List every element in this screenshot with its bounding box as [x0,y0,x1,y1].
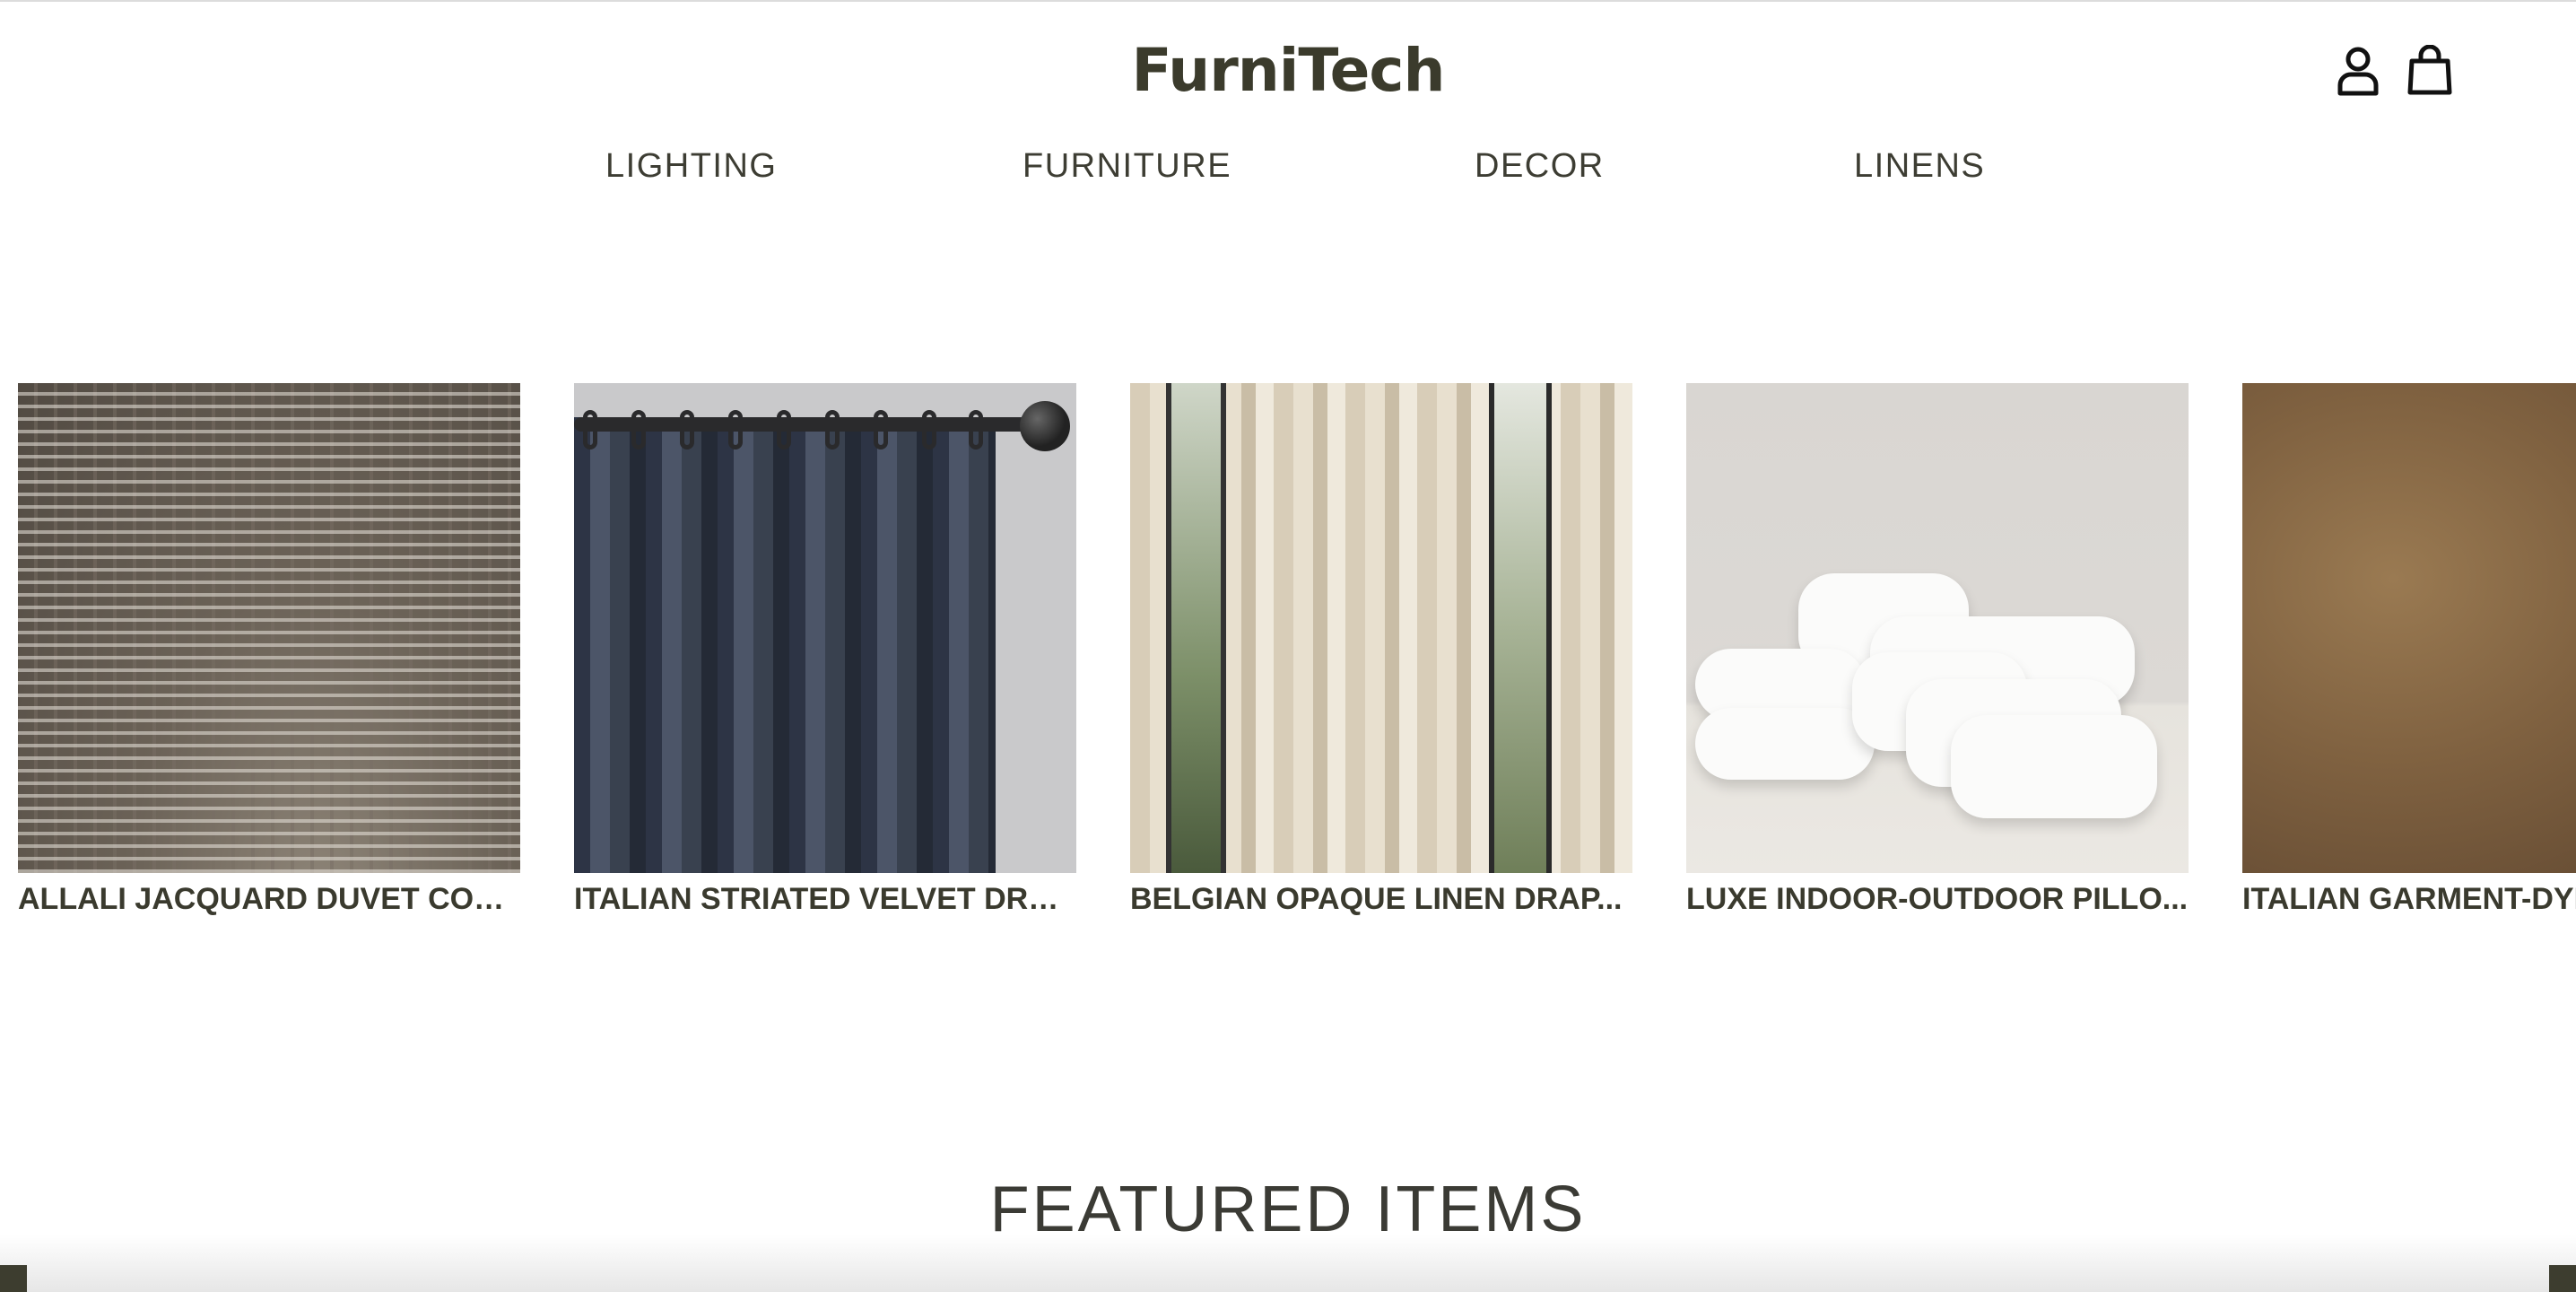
product-card[interactable]: ITALIAN GARMENT-DYE [2242,383,2576,917]
product-image[interactable] [2242,383,2576,873]
curtain-ring [874,410,888,450]
window-corner [2549,1265,2576,1292]
shopping-bag-icon [2407,45,2452,95]
curtain-ring [777,410,791,450]
product-title[interactable]: ALLALI JACQUARD DUVET COVER [18,882,520,917]
curtain-ring [825,410,840,450]
user-icon [2337,47,2379,96]
rod-finial [1020,401,1070,451]
cart-button[interactable] [2404,43,2456,99]
curtain-ring [728,410,743,450]
nav-item-decor[interactable]: DECOR [1475,147,1605,186]
product-title[interactable]: ITALIAN GARMENT-DYE [2242,882,2576,917]
curtain-ring [922,410,936,450]
velvet-drape [574,417,996,873]
nav-item-furniture[interactable]: FURNITURE [1023,147,1231,186]
window [1166,383,1226,873]
product-title[interactable]: ITALIAN STRIATED VELVET DRAP... [574,882,1076,917]
pillow [1695,708,1875,780]
brand-logo[interactable]: FurniTech [0,36,2576,105]
pillow [1951,715,2157,818]
section-shadow [0,1235,2576,1292]
window [1489,383,1552,873]
nav-item-linens[interactable]: LINENS [1854,147,1985,186]
product-image[interactable] [1130,383,1632,873]
curtain-ring [583,410,597,450]
curtain-ring [631,410,646,450]
product-card[interactable]: LUXE INDOOR-OUTDOOR PILLO... [1686,383,2189,917]
product-carousel[interactable]: ALLALI JACQUARD DUVET COVER ITALIAN STRI… [18,383,2576,921]
product-card[interactable]: ALLALI JACQUARD DUVET COVER [18,383,520,917]
window-corner [0,1265,27,1292]
product-image[interactable] [574,383,1076,873]
product-image[interactable] [1686,383,2189,873]
product-title[interactable]: LUXE INDOOR-OUTDOOR PILLO... [1686,882,2189,917]
page: FurniTech LIGHTING FURNITURE DECOR LINEN… [0,0,2576,1292]
main-nav: LIGHTING FURNITURE DECOR LINENS [0,147,2576,192]
curtain-ring [969,410,983,450]
product-card[interactable]: ITALIAN STRIATED VELVET DRAP... [574,383,1076,917]
account-button[interactable] [2332,43,2384,99]
product-image[interactable] [18,383,520,873]
product-card[interactable]: BELGIAN OPAQUE LINEN DRAP... [1130,383,1632,917]
nav-item-lighting[interactable]: LIGHTING [605,147,777,186]
curtain-ring [680,410,694,450]
product-title[interactable]: BELGIAN OPAQUE LINEN DRAP... [1130,882,1632,917]
header-actions [2332,43,2456,99]
